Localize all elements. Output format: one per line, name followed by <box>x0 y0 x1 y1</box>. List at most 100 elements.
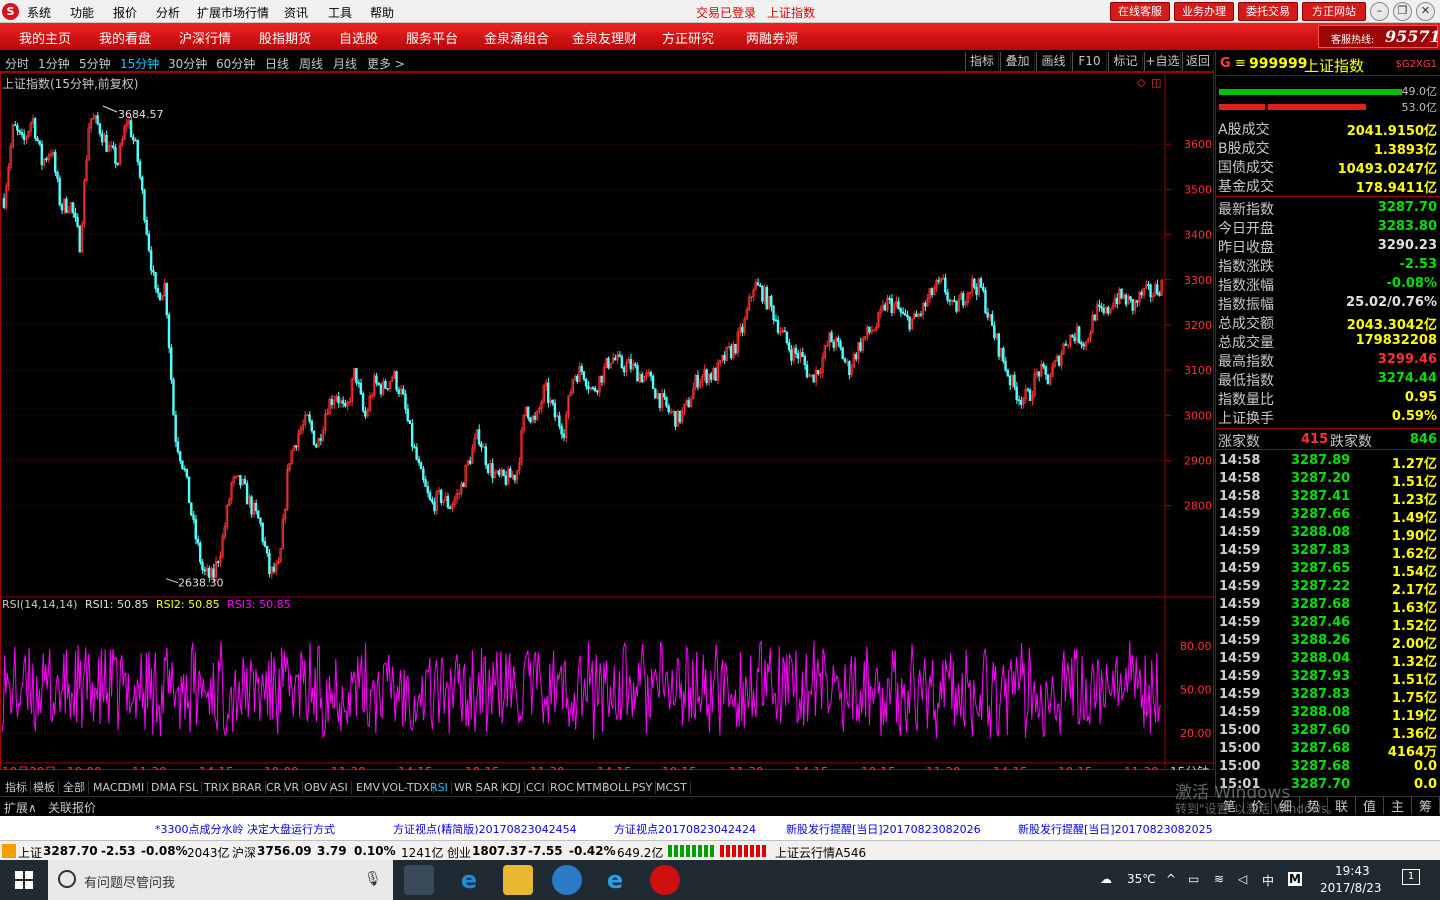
indicator-tab-mcst[interactable]: MCST <box>653 781 691 794</box>
nav-finance[interactable]: 金泉友理财 <box>572 28 637 47</box>
candle-body <box>553 403 557 418</box>
tray-expand-icon[interactable]: ^ <box>1166 872 1176 886</box>
menu-analysis[interactable]: 分析 <box>156 4 180 21</box>
clock-date[interactable]: 2017/8/23 <box>1320 881 1382 895</box>
founder-app-icon[interactable] <box>650 865 680 895</box>
windows-start-icon[interactable] <box>15 871 33 889</box>
nav-market[interactable]: 沪深行情 <box>179 28 231 47</box>
menu-function[interactable]: 功能 <box>70 4 94 21</box>
menu-ext-market[interactable]: 扩展市场行情 <box>197 4 269 21</box>
online-service-button[interactable]: 在线客服 <box>1110 2 1170 21</box>
candle-body <box>1057 355 1061 366</box>
period-60min[interactable]: 60分钟 <box>216 55 255 72</box>
mic-icon[interactable]: 🎙 <box>364 871 382 887</box>
period-more[interactable]: 更多 > <box>367 55 405 72</box>
indicator-tab-fsl[interactable]: FSL <box>176 781 203 794</box>
panel-tab[interactable]: 值 <box>1356 796 1384 815</box>
tool-overlay[interactable]: 叠加 <box>1000 52 1035 71</box>
menu-quote[interactable]: 报价 <box>113 4 137 21</box>
period-5min[interactable]: 5分钟 <box>79 55 111 72</box>
menu-tools[interactable]: 工具 <box>328 4 352 21</box>
candle-body <box>665 396 668 407</box>
news-item[interactable]: 新股发行提醒[当日]20170823082025 <box>1018 821 1213 837</box>
business-button[interactable]: 业务办理 <box>1174 2 1234 21</box>
news-item[interactable]: 新股发行提醒[当日]20170823082026 <box>786 821 981 837</box>
indicator-tab-rsi[interactable]: RSI <box>427 781 452 794</box>
candle-body <box>422 468 425 480</box>
tool-f10[interactable]: F10 <box>1072 52 1107 71</box>
expand-button[interactable]: 扩展∧ <box>4 799 37 816</box>
candle-body <box>359 382 363 395</box>
notification-icon[interactable]: 1 <box>1402 869 1420 885</box>
nav-my-board[interactable]: 我的看盘 <box>99 28 151 47</box>
candle-body <box>533 416 537 420</box>
indicator-tab-[interactable]: 模板 <box>30 781 59 794</box>
indicator-tab-kdj[interactable]: KDJ <box>499 781 525 794</box>
nav-portfolio[interactable]: 金泉涌组合 <box>484 28 549 47</box>
cloud-quote[interactable]: 上证云行情A546 <box>775 844 866 861</box>
news-item[interactable]: 方证视点(精简版)20170823042454 <box>393 821 577 837</box>
kline-chart-svg[interactable]: 3600 3500 3400 3300 3200 3100 3000 2900 2800 80.0… <box>0 72 1214 770</box>
indicator-tab-sar[interactable]: SAR <box>473 781 503 794</box>
candle-body <box>924 302 927 307</box>
period-15min[interactable]: 15分钟 <box>120 55 159 72</box>
tool-add-watch[interactable]: +自选 <box>1144 52 1181 71</box>
candle-body <box>636 365 639 382</box>
period-30min[interactable]: 30分钟 <box>168 55 207 72</box>
nav-service[interactable]: 服务平台 <box>406 28 458 47</box>
period-1min[interactable]: 1分钟 <box>38 55 70 72</box>
file-explorer-icon[interactable] <box>503 865 533 895</box>
news-item[interactable]: 方证视点20170823042424 <box>614 821 756 837</box>
taskbar-search[interactable]: 有问题尽管问我 🎙 <box>48 860 393 900</box>
minimize-icon[interactable]: – <box>1370 2 1389 21</box>
advance-label: 涨家数 <box>1218 434 1260 450</box>
edge-icon[interactable]: e <box>454 865 484 895</box>
indicator-tab-[interactable]: 指标 <box>2 781 31 794</box>
chart-area[interactable]: 3600 3500 3400 3300 3200 3100 3000 2900 2800 80.0… <box>0 72 1214 770</box>
tool-draw[interactable]: 画线 <box>1036 52 1071 71</box>
indicator-tab-vr[interactable]: VR <box>281 781 304 794</box>
period-timeshare[interactable]: 分时 <box>5 55 29 72</box>
panel-tab[interactable]: 主 <box>1384 796 1412 815</box>
period-daily[interactable]: 日线 <box>265 55 289 72</box>
panel-tab[interactable]: 筹 <box>1412 796 1440 815</box>
tick-row: 14:59 3287.68 1.63亿 <box>1216 597 1440 616</box>
menu-help[interactable]: 帮助 <box>370 4 394 21</box>
related-quote-button[interactable]: 关联报价 <box>48 799 96 816</box>
nav-watchlist[interactable]: 自选股 <box>339 28 378 47</box>
browser-icon[interactable] <box>552 865 582 895</box>
period-monthly[interactable]: 月线 <box>333 55 357 72</box>
nav-home[interactable]: 我的主页 <box>19 28 71 47</box>
candle-body <box>618 354 621 357</box>
restore-icon[interactable]: ❐ <box>1393 2 1412 21</box>
indicator-tab-[interactable]: 全部 <box>60 781 89 794</box>
tool-indicator[interactable]: 指标 <box>965 52 999 71</box>
indicator-tab-asi[interactable]: ASI <box>327 781 352 794</box>
period-weekly[interactable]: 周线 <box>299 55 323 72</box>
ime-indicator[interactable]: 中 <box>1262 872 1274 889</box>
menu-system[interactable]: 系统 <box>27 4 51 21</box>
menu-icon[interactable]: ≡ <box>1235 56 1246 71</box>
down-volume-value: 53.0亿 <box>1401 101 1438 114</box>
nav-futures[interactable]: 股指期货 <box>259 28 311 47</box>
nav-margin[interactable]: 两融券源 <box>746 28 798 47</box>
tool-mark[interactable]: 标记 <box>1108 52 1143 71</box>
indicator-tab-cci[interactable]: CCI <box>523 781 549 794</box>
battery-icon[interactable]: ▭ <box>1188 872 1199 886</box>
website-button[interactable]: 方正网站 <box>1302 2 1366 21</box>
clock-time[interactable]: 19:43 <box>1335 864 1370 878</box>
indicator-tab-brar[interactable]: BRAR <box>229 781 266 794</box>
wifi-icon[interactable]: ≋ <box>1214 872 1224 886</box>
news-item[interactable]: *3300点成分水岭 决定大盘运行方式 <box>155 821 335 837</box>
close-icon[interactable]: ✕ <box>1416 2 1435 21</box>
indicator-tab-voltdx[interactable]: VOL-TDX <box>379 781 434 794</box>
ie-icon[interactable]: e <box>600 865 630 895</box>
indicator-tab-dmi[interactable]: DMI <box>120 781 149 794</box>
ime-mode-icon[interactable]: M <box>1288 872 1302 886</box>
nav-research[interactable]: 方正研究 <box>662 28 714 47</box>
menu-news[interactable]: 资讯 <box>284 4 308 21</box>
store-icon[interactable] <box>404 865 434 895</box>
volume-icon[interactable]: ◁ <box>1238 872 1247 886</box>
tool-back[interactable]: 返回 <box>1182 52 1214 71</box>
trade-button[interactable]: 委托交易 <box>1238 2 1298 21</box>
